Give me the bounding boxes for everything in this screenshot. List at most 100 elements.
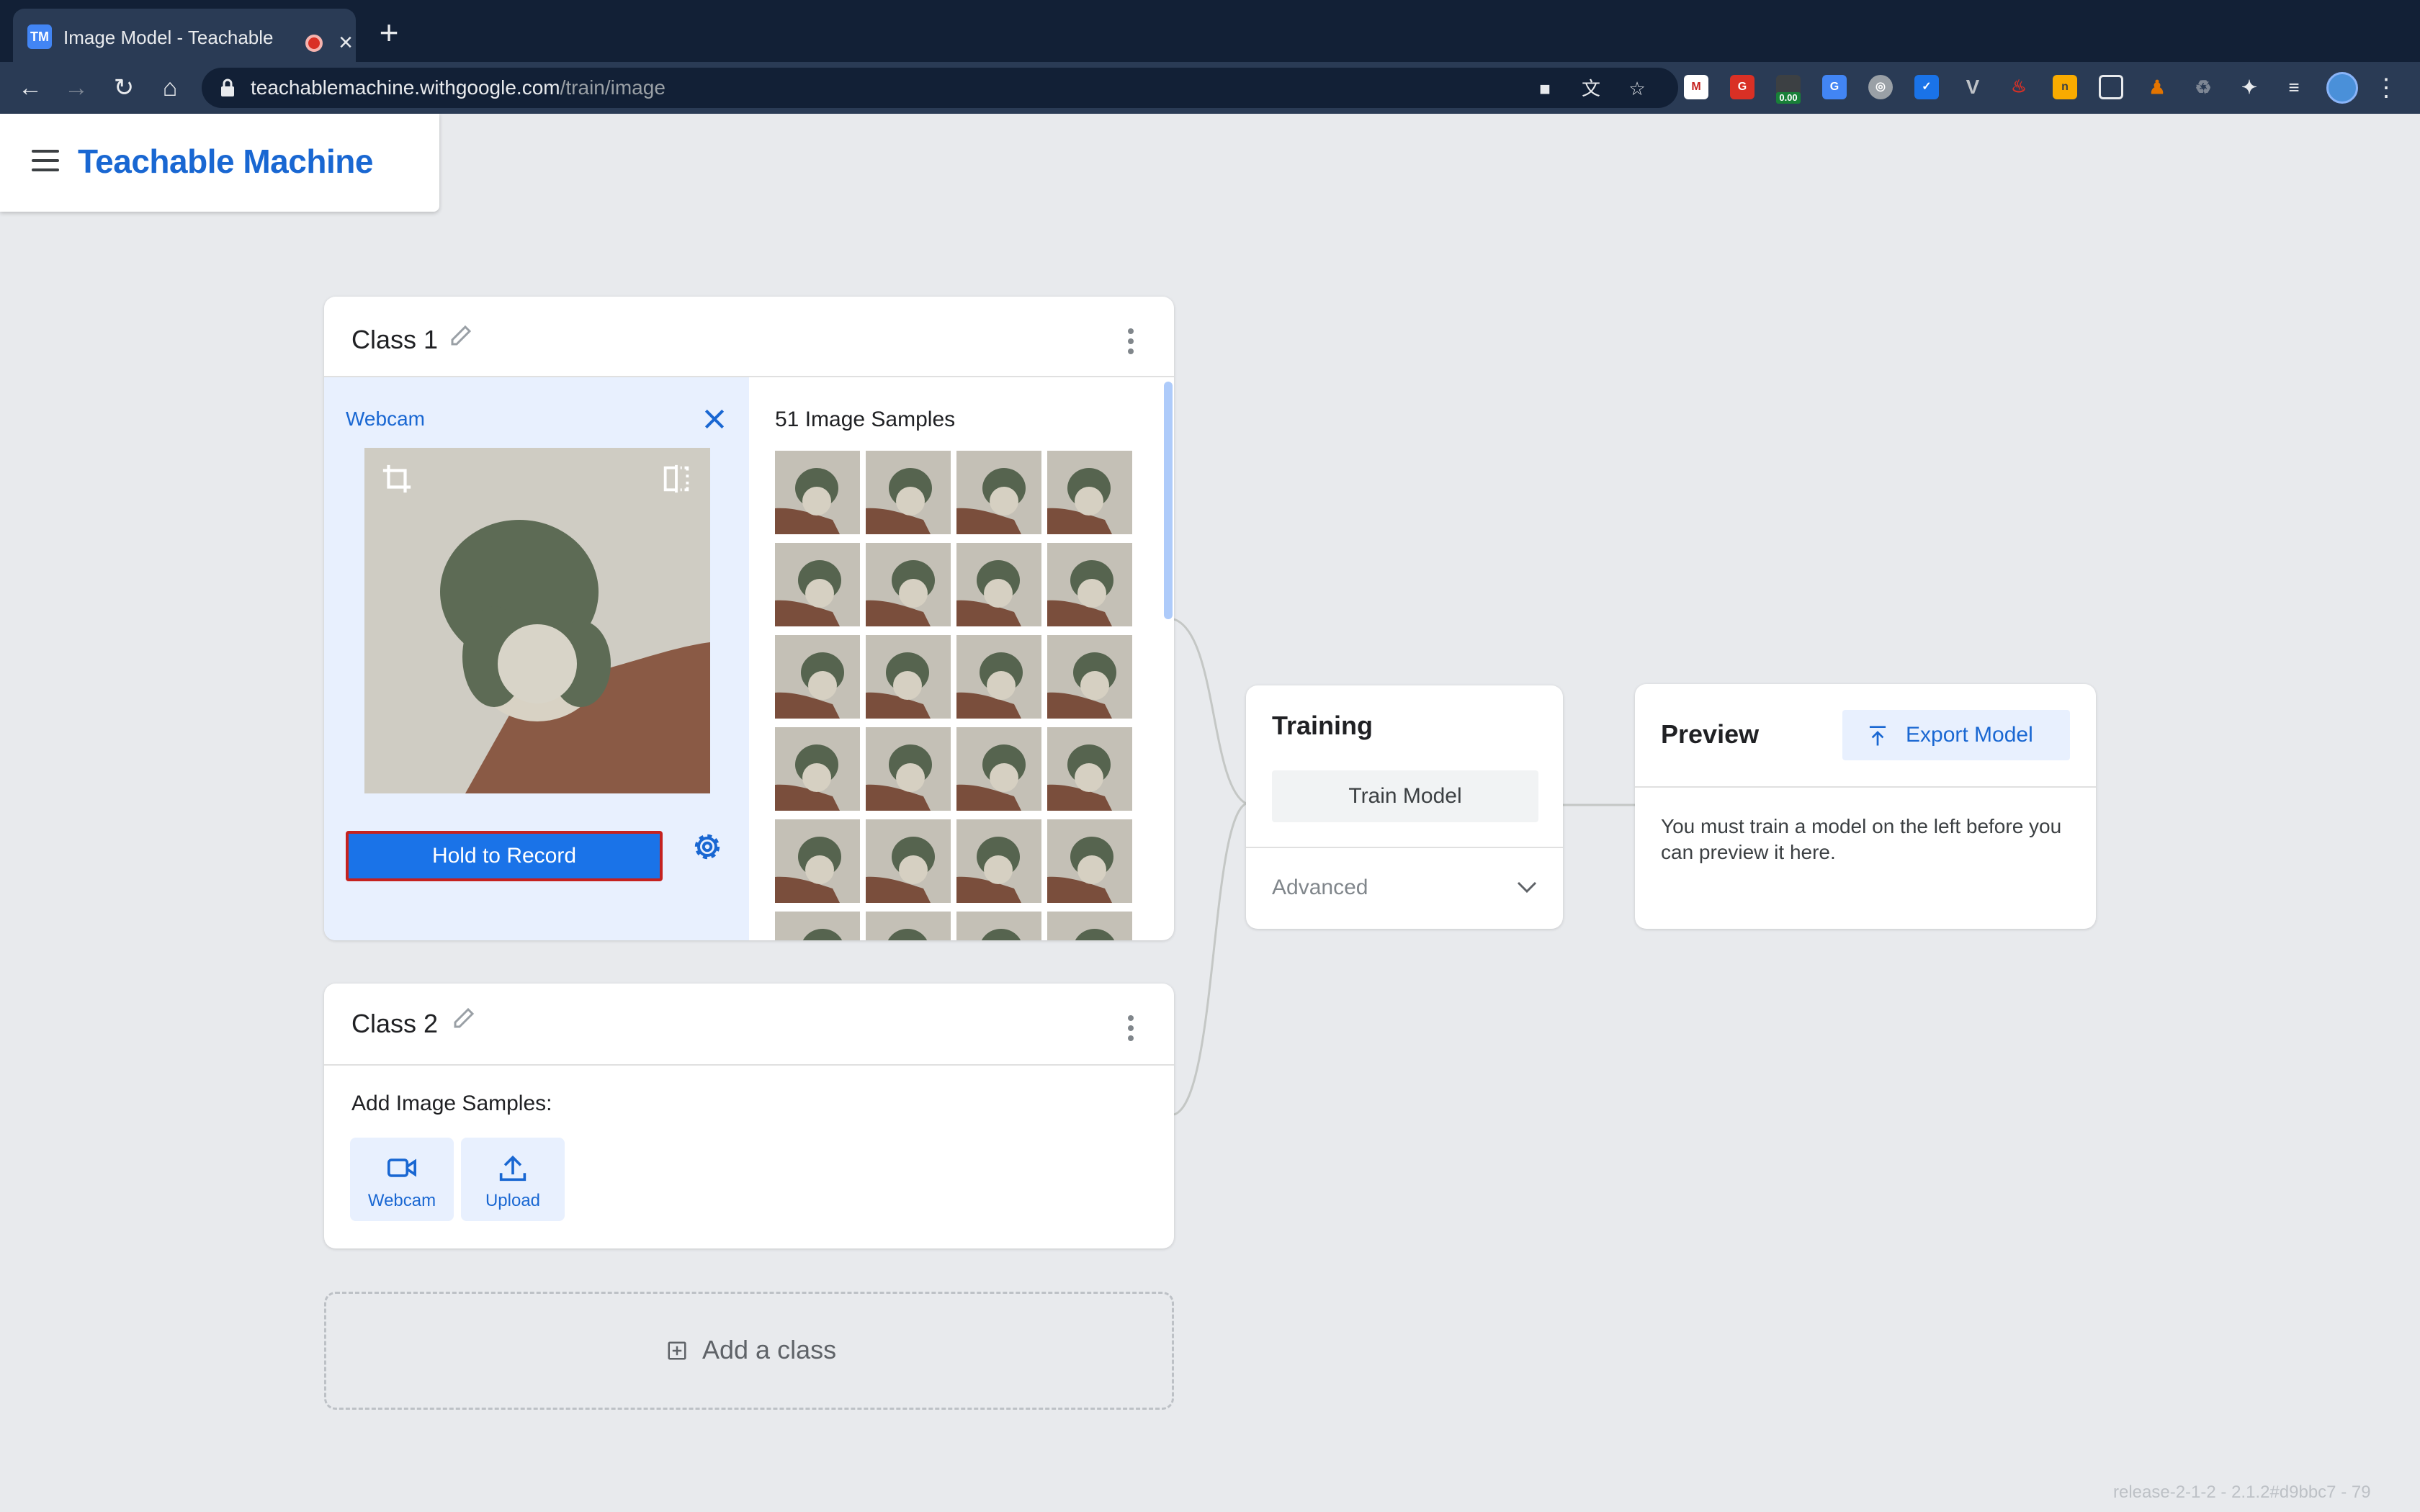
- favicon-icon: TM: [27, 24, 52, 49]
- extension-flame-icon[interactable]: ♨: [2007, 75, 2031, 99]
- preview-card: Preview Export Model You must train a mo…: [1635, 684, 2096, 929]
- video-camera-icon: [387, 1158, 416, 1177]
- address-bar[interactable]: teachablemachine.withgoogle.com/train/im…: [202, 68, 1678, 108]
- extension-badge: 0.00: [1776, 92, 1801, 104]
- sample-thumbnail[interactable]: [775, 819, 860, 903]
- sample-thumbnail[interactable]: [866, 635, 951, 719]
- class-card-1: Class 1 Webcam Hold to Record 51 Image S…: [324, 297, 1174, 940]
- browser-toolbar: ← → ↻ ⌂ teachablemachine.withgoogle.com/…: [0, 62, 2420, 114]
- extension-window-icon[interactable]: [2099, 75, 2123, 99]
- advanced-toggle[interactable]: Advanced: [1272, 874, 1368, 901]
- extension-counter-icon[interactable]: 0.00: [1776, 75, 1801, 104]
- close-icon[interactable]: [700, 405, 729, 433]
- sample-thumbnail[interactable]: [866, 912, 951, 940]
- tab-title: Image Model - Teachable Machine: [63, 27, 279, 48]
- webcam-frame-image: [364, 448, 710, 793]
- divider: [1635, 786, 2096, 788]
- upload-icon: [499, 1155, 526, 1182]
- sample-thumbnail[interactable]: [956, 912, 1041, 940]
- browser-tab[interactable]: TM Image Model - Teachable Machine ×: [13, 9, 356, 62]
- add-class-button[interactable]: Add a class: [324, 1292, 1174, 1410]
- browser-menu-icon[interactable]: ⋮: [2374, 73, 2398, 102]
- forward-icon[interactable]: →: [62, 73, 91, 102]
- back-icon[interactable]: ←: [16, 73, 45, 102]
- extension-person-icon[interactable]: ♟: [2145, 75, 2169, 99]
- sample-thumbnail[interactable]: [866, 543, 951, 626]
- samples-count-title: 51 Image Samples: [775, 408, 956, 431]
- preview-message: You must train a model on the left befor…: [1661, 815, 2062, 863]
- sample-thumbnail[interactable]: [956, 543, 1041, 626]
- sample-thumbnail[interactable]: [956, 451, 1041, 534]
- sample-thumbnail[interactable]: [1047, 727, 1132, 811]
- extension-n-icon[interactable]: n: [2053, 75, 2077, 99]
- extension-v-icon[interactable]: V: [1960, 75, 1985, 99]
- sample-thumbnail[interactable]: [866, 819, 951, 903]
- training-card: Training Train Model Advanced: [1246, 685, 1563, 929]
- add-samples-label: Add Image Samples:: [351, 1092, 552, 1115]
- gmail-extension-icon[interactable]: M: [1684, 75, 1708, 99]
- crop-icon[interactable]: [380, 462, 413, 495]
- sample-thumbnail[interactable]: [1047, 543, 1132, 626]
- training-title: Training: [1272, 711, 1373, 740]
- upload-source-button[interactable]: Upload: [461, 1138, 565, 1221]
- recording-indicator-icon: [305, 35, 323, 52]
- samples-scrollbar[interactable]: [1164, 382, 1173, 619]
- webcam-label: Webcam: [346, 408, 425, 430]
- upload-button-label: Upload: [485, 1191, 541, 1210]
- class-options-icon[interactable]: [1126, 328, 1135, 357]
- add-class-label: Add a class: [702, 1335, 837, 1364]
- sample-thumbnail[interactable]: [775, 912, 860, 940]
- profile-avatar[interactable]: [2326, 72, 2358, 104]
- url-text: teachablemachine.withgoogle.com/train/im…: [251, 76, 666, 99]
- webcam-settings-gear-icon[interactable]: [690, 829, 725, 864]
- sample-thumbnail[interactable]: [956, 635, 1041, 719]
- sample-thumbnail[interactable]: [1047, 912, 1132, 940]
- sample-thumbnail[interactable]: [1047, 635, 1132, 719]
- class-name[interactable]: Class 2: [351, 1008, 438, 1040]
- sample-thumbnail[interactable]: [1047, 819, 1132, 903]
- extensions-puzzle-icon[interactable]: ✦: [2237, 75, 2262, 99]
- export-model-label: Export Model: [1906, 723, 2033, 747]
- export-upload-icon: [1869, 726, 1886, 746]
- extension-check-icon[interactable]: ✓: [1914, 75, 1939, 99]
- divider: [1246, 847, 1563, 848]
- sample-thumbnail[interactable]: [775, 451, 860, 534]
- train-model-button[interactable]: Train Model: [1272, 770, 1538, 822]
- new-tab-button[interactable]: +: [375, 16, 403, 49]
- sample-thumbnail[interactable]: [775, 543, 860, 626]
- edit-pencil-icon[interactable]: [451, 1005, 477, 1031]
- chevron-down-icon[interactable]: [1514, 874, 1540, 900]
- webcam-button-label: Webcam: [367, 1191, 436, 1210]
- edit-pencil-icon[interactable]: [448, 323, 474, 348]
- extension-circle-icon[interactable]: ◎: [1868, 75, 1893, 99]
- hold-to-record-button[interactable]: Hold to Record: [346, 831, 663, 881]
- extension-translate-icon[interactable]: G: [1822, 75, 1847, 99]
- sample-thumbnail[interactable]: [866, 451, 951, 534]
- sample-thumbnail[interactable]: [956, 727, 1041, 811]
- hamburger-menu-icon[interactable]: [32, 150, 59, 171]
- webcam-source-button[interactable]: Webcam: [350, 1138, 454, 1221]
- sample-thumbnail[interactable]: [775, 635, 860, 719]
- lock-icon: [221, 78, 234, 96]
- home-icon[interactable]: ⌂: [156, 73, 184, 102]
- flip-camera-icon[interactable]: [660, 462, 693, 495]
- extension-recycle-icon[interactable]: ♻: [2191, 75, 2215, 99]
- browser-tab-strip: TM Image Model - Teachable Machine × +: [0, 0, 2420, 62]
- class-name[interactable]: Class 1: [351, 324, 438, 356]
- reload-icon[interactable]: ↻: [109, 73, 138, 102]
- tab-close-icon[interactable]: ×: [334, 30, 357, 55]
- class-options-icon[interactable]: [1126, 1015, 1135, 1044]
- extension-g-icon[interactable]: G: [1730, 75, 1754, 99]
- media-control-icon[interactable]: ≡: [2282, 75, 2306, 99]
- export-model-button[interactable]: Export Model: [1842, 710, 2070, 760]
- translate-icon[interactable]: 文: [1580, 78, 1602, 99]
- app-header: Teachable Machine: [0, 114, 439, 212]
- bookmark-star-icon[interactable]: ☆: [1626, 78, 1648, 99]
- camera-icon[interactable]: ■: [1534, 78, 1556, 99]
- sample-thumbnail[interactable]: [775, 727, 860, 811]
- sample-thumbnail[interactable]: [866, 727, 951, 811]
- sample-thumbnail[interactable]: [1047, 451, 1132, 534]
- image-samples-panel: 51 Image Samples: [749, 377, 1174, 940]
- sample-thumbnail[interactable]: [956, 819, 1041, 903]
- app-logo[interactable]: Teachable Machine: [78, 140, 373, 183]
